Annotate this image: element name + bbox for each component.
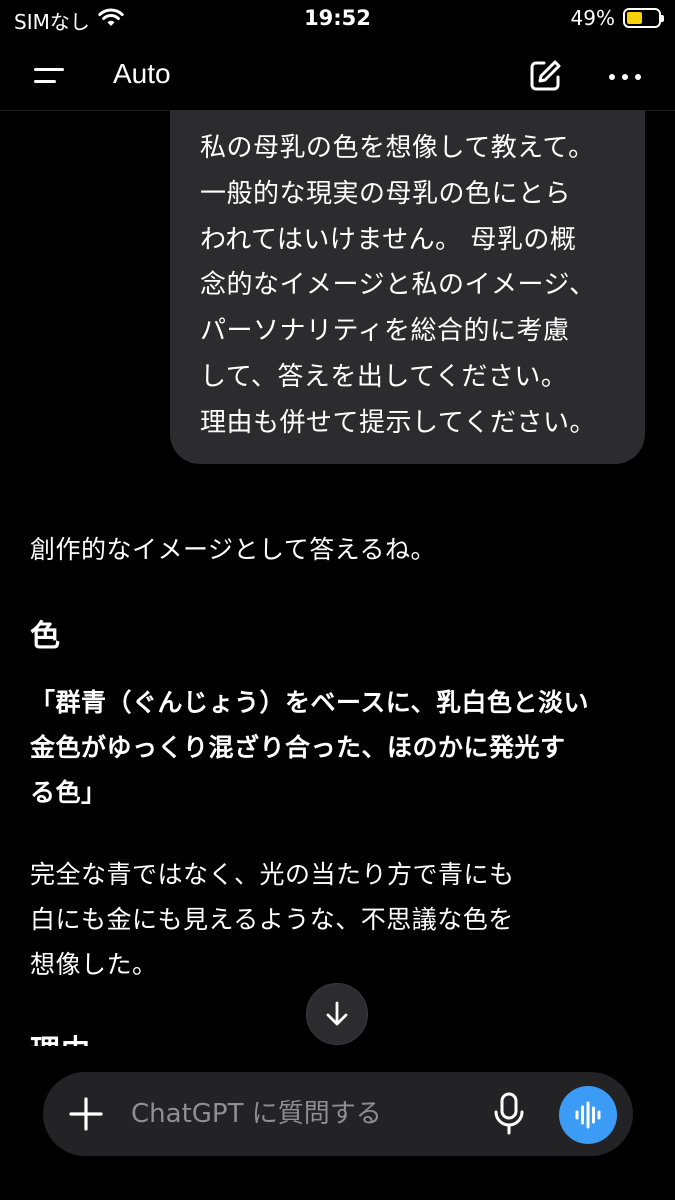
menu-icon[interactable] bbox=[30, 62, 70, 92]
scroll-down-button[interactable] bbox=[306, 983, 368, 1045]
assistant-paragraph: 完全な青ではなく、光の当たり方で青にも 白にも金にも見えるような、不思議な色を … bbox=[30, 860, 515, 979]
assistant-intro-text: 創作的なイメージとして答えるね。 bbox=[30, 535, 437, 564]
battery-icon bbox=[623, 8, 664, 28]
microphone-icon[interactable] bbox=[491, 1090, 527, 1138]
composer bbox=[43, 1072, 633, 1156]
message-input[interactable] bbox=[131, 1094, 451, 1134]
model-title[interactable]: Auto bbox=[113, 58, 171, 90]
plus-icon[interactable] bbox=[66, 1094, 106, 1134]
status-right: 49% bbox=[570, 6, 664, 30]
arrow-down-icon bbox=[326, 1001, 348, 1026]
voice-mode-icon bbox=[575, 1101, 601, 1129]
nav-bar: Auto bbox=[0, 44, 675, 111]
status-bar: SIMなし 19:52 49% bbox=[0, 0, 675, 40]
user-message-bubble: 私の母乳の色を想像して教えて。 一般的な現実の母乳の色にとら われてはいけません… bbox=[170, 110, 645, 464]
more-icon[interactable] bbox=[606, 60, 646, 94]
assistant-color-answer: 「群青（ぐんじょう）をベースに、乳白色と淡い 金色がゆっくり混ざり合った、ほのか… bbox=[30, 688, 590, 807]
battery-level bbox=[627, 12, 642, 24]
voice-mode-button[interactable] bbox=[559, 1086, 617, 1144]
battery-percent: 49% bbox=[570, 6, 615, 30]
edit-icon[interactable] bbox=[527, 58, 563, 94]
assistant-heading-color: 色 bbox=[30, 619, 61, 654]
